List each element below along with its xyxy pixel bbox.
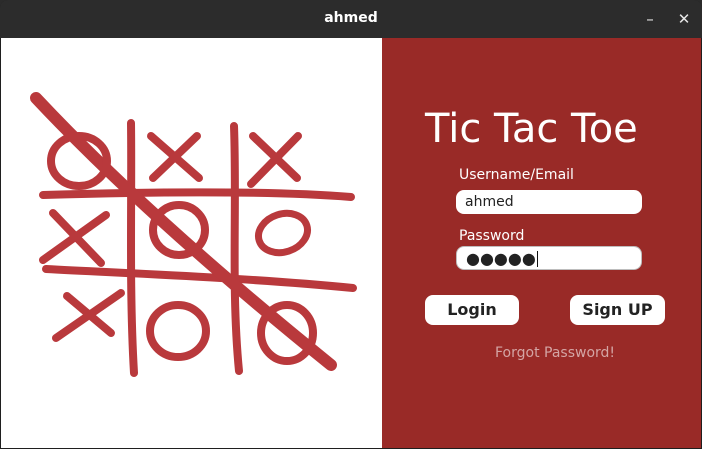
minimize-icon[interactable]: – [640,9,660,29]
username-field[interactable]: ahmed [456,190,642,214]
login-button[interactable]: Login [425,295,519,325]
x-mark-top-middle [147,132,203,182]
grid-horizontal-top [39,188,355,201]
tic-tac-toe-drawing-icon [30,92,357,377]
illustration-pane [1,38,382,448]
grid-horizontal-bottom [42,265,357,292]
login-panel: Tic Tac Toe Username/Email ahmed Passwor… [382,38,701,448]
x-mark-top-right [247,132,302,188]
text-caret [536,251,538,267]
grid-vertical-left [127,119,138,377]
app-title: Tic Tac Toe [425,106,638,152]
forgot-password-link[interactable]: Forgot Password! [495,345,615,361]
o-mark-bottom-middle [146,301,210,361]
x-mark-middle-left [39,209,110,267]
username-value: ahmed [465,194,514,210]
grid-vertical-right [230,122,243,375]
username-label: Username/Email [459,167,574,183]
close-icon[interactable]: ✕ [674,9,694,29]
password-field[interactable]: ●●●●● [456,246,642,270]
password-value: ●●●●● [466,249,536,268]
window-title: ahmed [324,10,378,26]
signup-button[interactable]: Sign UP [570,295,665,325]
password-label: Password [459,228,525,244]
title-bar[interactable]: ahmed – ✕ [0,0,702,38]
o-mark-middle-right [255,209,311,257]
content-area: Tic Tac Toe Username/Email ahmed Passwor… [1,38,701,448]
app-window: ahmed – ✕ Tic Tac Toe Username/Email ahm… [0,0,702,449]
x-mark-bottom-left [52,289,125,342]
